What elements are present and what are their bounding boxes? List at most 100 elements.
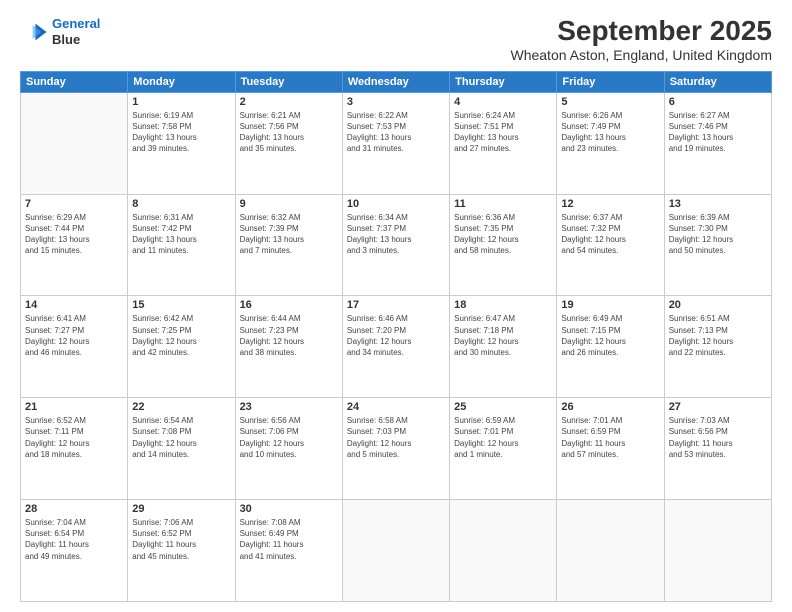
logo-icon (20, 18, 48, 46)
header: General Blue September 2025 Wheaton Asto… (20, 16, 772, 63)
weekday-friday: Friday (557, 71, 664, 92)
day-info: Sunrise: 6:42 AM Sunset: 7:25 PM Dayligh… (132, 313, 230, 358)
day-cell: 25Sunrise: 6:59 AM Sunset: 7:01 PM Dayli… (450, 398, 557, 500)
day-number: 29 (132, 503, 230, 515)
day-info: Sunrise: 6:47 AM Sunset: 7:18 PM Dayligh… (454, 313, 552, 358)
day-cell: 10 Sunrise: 6:34 AM Sunset: 7:37 PM Dayli… (342, 194, 449, 296)
day-info: Sunrise: 6:24 AM Sunset: 7:51 PM Dayligh… (454, 110, 552, 155)
day-cell (21, 92, 128, 194)
month-title: September 2025 (510, 16, 772, 47)
day-cell: 19Sunrise: 6:49 AM Sunset: 7:15 PM Dayli… (557, 296, 664, 398)
day-number: 23 (240, 401, 338, 413)
day-number: 12 (561, 198, 659, 210)
day-info: Sunrise: 6:19 AM Sunset: 7:58 PM Dayligh… (132, 110, 230, 155)
day-info: Sunrise: 6:29 AM Sunset: 7:44 PM Dayligh… (25, 212, 123, 257)
day-cell: 7 Sunrise: 6:29 AM Sunset: 7:44 PM Daylig… (21, 194, 128, 296)
day-info: Sunrise: 6:51 AM Sunset: 7:13 PM Dayligh… (669, 313, 767, 358)
day-cell (342, 500, 449, 602)
day-cell: 23 Sunrise: 6:56 AM Sunset: 7:06 PM Dayli… (235, 398, 342, 500)
day-cell: 1Sunrise: 6:19 AM Sunset: 7:58 PM Daylig… (128, 92, 235, 194)
day-info: Sunrise: 6:44 AM Sunset: 7:23 PM Dayligh… (240, 313, 338, 358)
day-info: Sunrise: 6:56 AM Sunset: 7:06 PM Dayligh… (240, 415, 338, 460)
day-number: 17 (347, 299, 445, 311)
day-number: 11 (454, 198, 552, 210)
day-info: Sunrise: 6:21 AM Sunset: 7:56 PM Dayligh… (240, 110, 338, 155)
day-cell: 8Sunrise: 6:31 AM Sunset: 7:42 PM Daylig… (128, 194, 235, 296)
day-info: Sunrise: 6:41 AM Sunset: 7:27 PM Dayligh… (25, 313, 123, 358)
day-info: Sunrise: 7:03 AM Sunset: 6:56 PM Dayligh… (669, 415, 767, 460)
day-cell: 24 Sunrise: 6:58 AM Sunset: 7:03 PM Dayli… (342, 398, 449, 500)
day-cell: 17Sunrise: 6:46 AM Sunset: 7:20 PM Dayli… (342, 296, 449, 398)
week-row-4: 28 Sunrise: 7:04 AM Sunset: 6:54 PM Dayli… (21, 500, 772, 602)
day-cell (664, 500, 771, 602)
day-cell: 16Sunrise: 6:44 AM Sunset: 7:23 PM Dayli… (235, 296, 342, 398)
day-info: Sunrise: 6:37 AM Sunset: 7:32 PM Dayligh… (561, 212, 659, 257)
day-number: 14 (25, 299, 123, 311)
weekday-wednesday: Wednesday (342, 71, 449, 92)
day-info: Sunrise: 6:58 AM Sunset: 7:03 PM Dayligh… (347, 415, 445, 460)
day-cell: 12 Sunrise: 6:37 AM Sunset: 7:32 PM Dayli… (557, 194, 664, 296)
day-info: Sunrise: 6:59 AM Sunset: 7:01 PM Dayligh… (454, 415, 552, 460)
day-number: 6 (669, 96, 767, 108)
day-info: Sunrise: 6:49 AM Sunset: 7:15 PM Dayligh… (561, 313, 659, 358)
day-number: 7 (25, 198, 123, 210)
week-row-3: 21Sunrise: 6:52 AM Sunset: 7:11 PM Dayli… (21, 398, 772, 500)
day-info: Sunrise: 6:52 AM Sunset: 7:11 PM Dayligh… (25, 415, 123, 460)
day-number: 15 (132, 299, 230, 311)
weekday-monday: Monday (128, 71, 235, 92)
day-number: 4 (454, 96, 552, 108)
day-cell: 11 Sunrise: 6:36 AM Sunset: 7:35 PM Dayli… (450, 194, 557, 296)
day-number: 27 (669, 401, 767, 413)
day-number: 24 (347, 401, 445, 413)
day-info: Sunrise: 6:54 AM Sunset: 7:08 PM Dayligh… (132, 415, 230, 460)
day-cell: 28 Sunrise: 7:04 AM Sunset: 6:54 PM Dayli… (21, 500, 128, 602)
day-cell: 2 Sunrise: 6:21 AM Sunset: 7:56 PM Daylig… (235, 92, 342, 194)
day-number: 10 (347, 198, 445, 210)
weekday-saturday: Saturday (664, 71, 771, 92)
calendar-body: 1Sunrise: 6:19 AM Sunset: 7:58 PM Daylig… (21, 92, 772, 601)
day-cell: 26 Sunrise: 7:01 AM Sunset: 6:59 PM Dayli… (557, 398, 664, 500)
day-cell: 5Sunrise: 6:26 AM Sunset: 7:49 PM Daylig… (557, 92, 664, 194)
day-info: Sunrise: 7:04 AM Sunset: 6:54 PM Dayligh… (25, 517, 123, 562)
location: Wheaton Aston, England, United Kingdom (510, 47, 772, 63)
day-info: Sunrise: 6:31 AM Sunset: 7:42 PM Dayligh… (132, 212, 230, 257)
day-cell: 29 Sunrise: 7:06 AM Sunset: 6:52 PM Dayli… (128, 500, 235, 602)
day-cell: 21Sunrise: 6:52 AM Sunset: 7:11 PM Dayli… (21, 398, 128, 500)
day-info: Sunrise: 6:36 AM Sunset: 7:35 PM Dayligh… (454, 212, 552, 257)
calendar: SundayMondayTuesdayWednesdayThursdayFrid… (20, 71, 772, 602)
day-cell (557, 500, 664, 602)
day-info: Sunrise: 7:01 AM Sunset: 6:59 PM Dayligh… (561, 415, 659, 460)
logo: General Blue (20, 16, 100, 47)
day-number: 2 (240, 96, 338, 108)
page: General Blue September 2025 Wheaton Asto… (0, 0, 792, 612)
day-info: Sunrise: 7:08 AM Sunset: 6:49 PM Dayligh… (240, 517, 338, 562)
day-info: Sunrise: 7:06 AM Sunset: 6:52 PM Dayligh… (132, 517, 230, 562)
day-number: 30 (240, 503, 338, 515)
day-cell: 20Sunrise: 6:51 AM Sunset: 7:13 PM Dayli… (664, 296, 771, 398)
day-cell: 13Sunrise: 6:39 AM Sunset: 7:30 PM Dayli… (664, 194, 771, 296)
day-number: 28 (25, 503, 123, 515)
day-info: Sunrise: 6:22 AM Sunset: 7:53 PM Dayligh… (347, 110, 445, 155)
day-cell: 30 Sunrise: 7:08 AM Sunset: 6:49 PM Dayli… (235, 500, 342, 602)
day-cell: 4 Sunrise: 6:24 AM Sunset: 7:51 PM Daylig… (450, 92, 557, 194)
day-number: 22 (132, 401, 230, 413)
logo-text: General Blue (52, 16, 100, 47)
day-info: Sunrise: 6:39 AM Sunset: 7:30 PM Dayligh… (669, 212, 767, 257)
day-info: Sunrise: 6:32 AM Sunset: 7:39 PM Dayligh… (240, 212, 338, 257)
day-cell: 27 Sunrise: 7:03 AM Sunset: 6:56 PM Dayli… (664, 398, 771, 500)
day-cell: 14 Sunrise: 6:41 AM Sunset: 7:27 PM Dayli… (21, 296, 128, 398)
weekday-header: SundayMondayTuesdayWednesdayThursdayFrid… (21, 71, 772, 92)
day-cell: 18 Sunrise: 6:47 AM Sunset: 7:18 PM Dayli… (450, 296, 557, 398)
day-number: 5 (561, 96, 659, 108)
day-cell: 15 Sunrise: 6:42 AM Sunset: 7:25 PM Dayli… (128, 296, 235, 398)
weekday-thursday: Thursday (450, 71, 557, 92)
title-block: September 2025 Wheaton Aston, England, U… (510, 16, 772, 63)
day-number: 18 (454, 299, 552, 311)
day-cell (450, 500, 557, 602)
week-row-1: 7 Sunrise: 6:29 AM Sunset: 7:44 PM Daylig… (21, 194, 772, 296)
day-number: 26 (561, 401, 659, 413)
day-info: Sunrise: 6:27 AM Sunset: 7:46 PM Dayligh… (669, 110, 767, 155)
day-info: Sunrise: 6:34 AM Sunset: 7:37 PM Dayligh… (347, 212, 445, 257)
weekday-sunday: Sunday (21, 71, 128, 92)
week-row-2: 14 Sunrise: 6:41 AM Sunset: 7:27 PM Dayli… (21, 296, 772, 398)
